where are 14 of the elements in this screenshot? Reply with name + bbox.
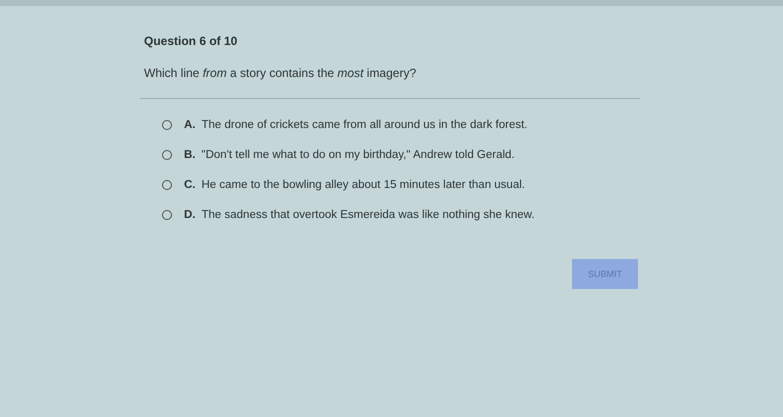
option-text[interactable]: "Don't tell me what to do on my birthday," Andrew told Gerald. (202, 149, 515, 161)
option-letter: D. (184, 209, 196, 221)
radio-button[interactable] (162, 150, 172, 160)
option-text[interactable]: He came to the bowling alley about 15 minutes later than usual. (202, 179, 525, 191)
option-text[interactable]: The drone of crickets came from all around us in the dark forest. (202, 119, 528, 131)
question-counter: Question 6 of 10 (144, 34, 238, 48)
radio-button[interactable] (162, 120, 172, 130)
radio-button[interactable] (162, 210, 172, 220)
radio-button[interactable] (162, 180, 172, 190)
option-text[interactable]: The sadness that overtook Esmereida was like nothing she knew. (202, 209, 535, 221)
option-letter: A. (184, 119, 196, 131)
option-letter: B. (184, 149, 196, 161)
option-letter: C. (184, 179, 196, 191)
question-text: Which line from a story contains the most imagery? (144, 66, 418, 80)
